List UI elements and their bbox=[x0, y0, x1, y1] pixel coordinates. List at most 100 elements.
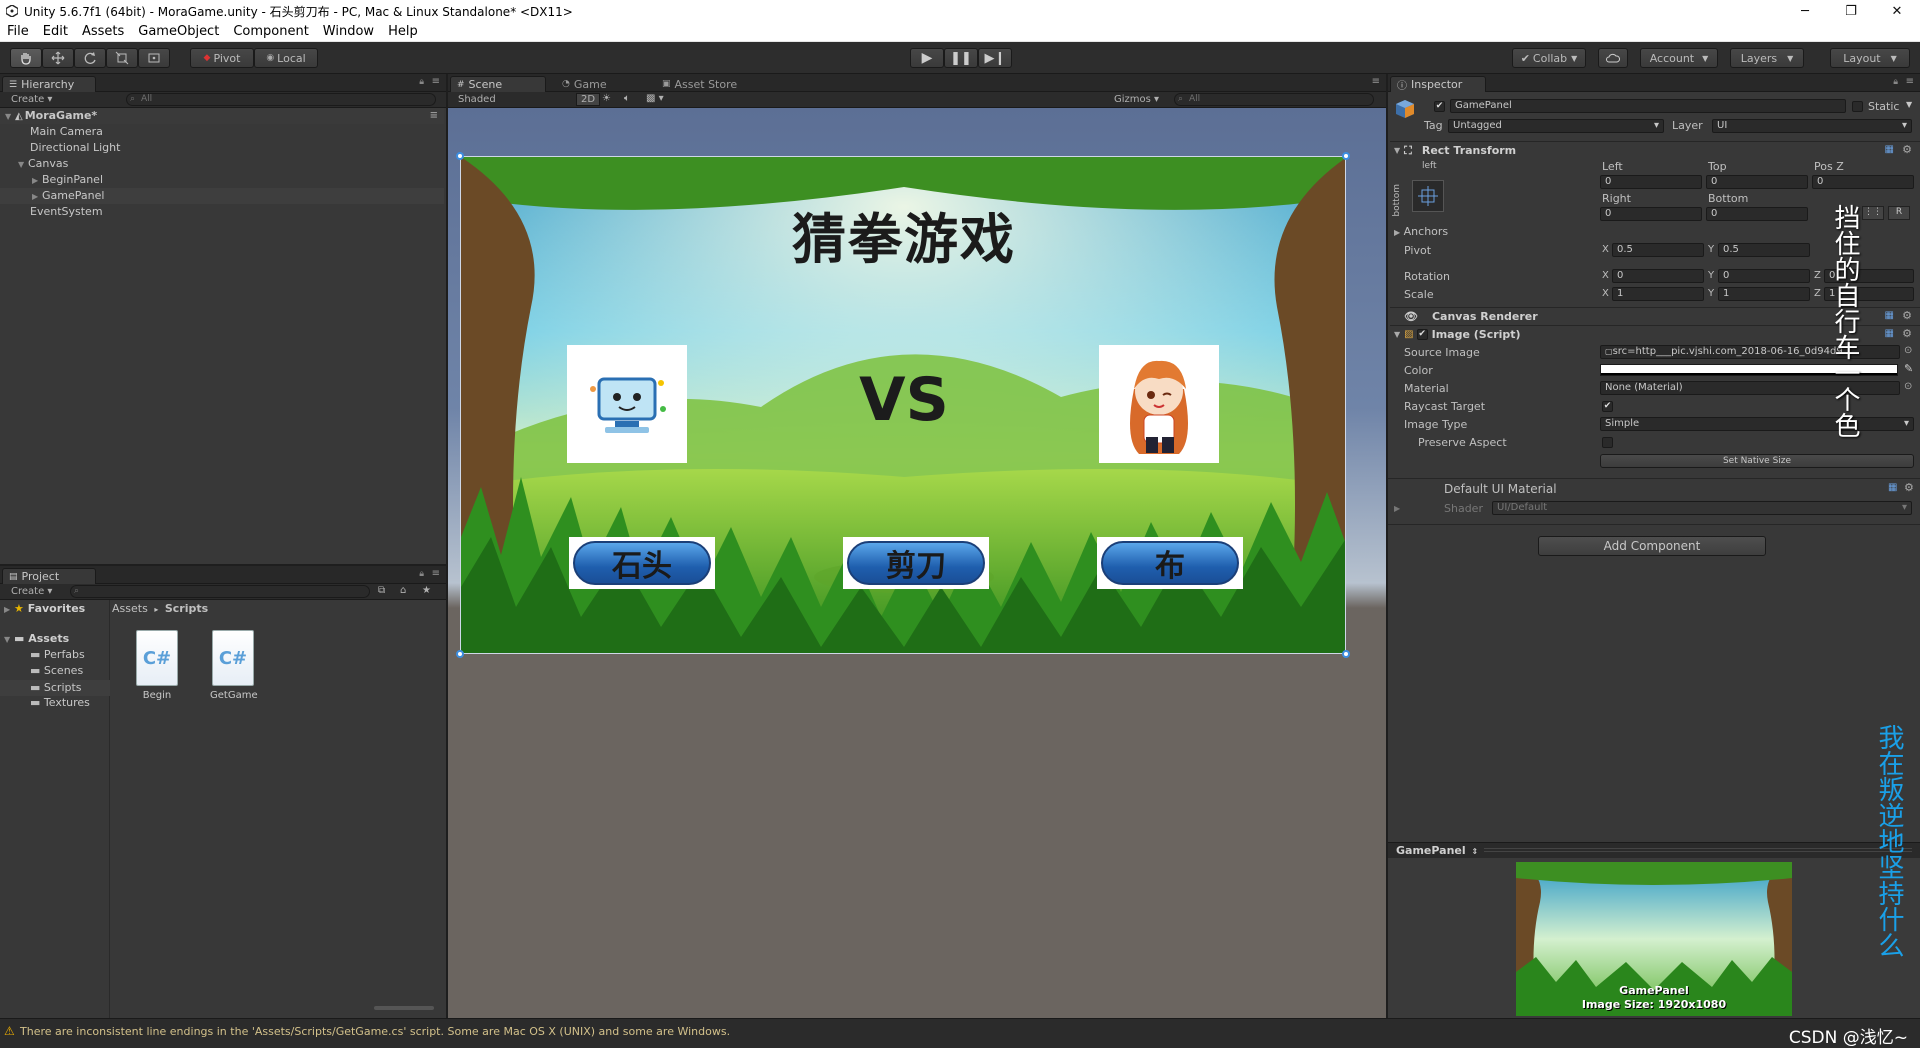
tab-hierarchy[interactable]: ☰ Hierarchy bbox=[2, 76, 96, 92]
folder-item-scripts[interactable]: ▬ Scripts bbox=[0, 680, 110, 696]
lock-icon[interactable]: 🔒︎ bbox=[419, 77, 424, 87]
pivot-x-field[interactable]: 0.5 bbox=[1612, 243, 1704, 257]
icon-size-slider[interactable] bbox=[374, 1006, 434, 1010]
filter-type-icon[interactable]: ⧉ bbox=[378, 585, 385, 596]
gear-icon[interactable]: ⚙ bbox=[1902, 327, 1912, 340]
paper-button[interactable]: 布 bbox=[1097, 537, 1243, 589]
preserve-aspect-checkbox[interactable] bbox=[1602, 437, 1613, 448]
menu-window[interactable]: Window bbox=[316, 24, 381, 39]
rotate-tool-button[interactable] bbox=[74, 48, 106, 68]
scene-root-row[interactable]: ▼ ◭ MoraGame* ≡ bbox=[0, 108, 444, 124]
play-button[interactable]: ▶ bbox=[910, 48, 944, 68]
panel-menu-icon[interactable]: ≡ bbox=[1372, 76, 1380, 87]
project-search-input[interactable]: ⌕ bbox=[70, 585, 370, 598]
tab-project[interactable]: ▤ Project bbox=[2, 568, 96, 584]
hierarchy-item-gamepanel[interactable]: ▶ GamePanel bbox=[0, 188, 444, 204]
collapse-triangle-icon[interactable]: ▼ bbox=[1394, 330, 1400, 339]
left-field[interactable]: 0 bbox=[1600, 175, 1702, 189]
tab-scene[interactable]: # Scene bbox=[450, 76, 546, 92]
chevron-down-icon[interactable]: ▼ bbox=[1906, 100, 1912, 109]
eyedropper-icon[interactable]: ✎ bbox=[1904, 362, 1913, 375]
preview-header[interactable]: GamePanel ⇕ bbox=[1388, 842, 1920, 858]
menu-help[interactable]: Help bbox=[381, 24, 425, 39]
menu-gameobject[interactable]: GameObject bbox=[131, 24, 226, 39]
scissors-button[interactable]: 剪刀 bbox=[843, 537, 989, 589]
rect-handle-top-right[interactable] bbox=[1342, 152, 1350, 160]
scene-search-input[interactable]: ⌕ All bbox=[1174, 93, 1374, 106]
static-checkbox[interactable] bbox=[1852, 101, 1863, 112]
bottom-field[interactable]: 0 bbox=[1706, 207, 1808, 221]
tag-icon[interactable]: ⌂ bbox=[400, 585, 406, 596]
menu-edit[interactable]: Edit bbox=[36, 24, 75, 39]
right-field[interactable]: 0 bbox=[1600, 207, 1702, 221]
help-book-icon[interactable]: ▦ bbox=[1885, 144, 1894, 155]
star-icon[interactable]: ★ bbox=[422, 585, 431, 596]
layer-dropdown[interactable]: UI ▾ bbox=[1712, 119, 1912, 133]
help-book-icon[interactable]: ▦ bbox=[1885, 310, 1894, 321]
menu-component[interactable]: Component bbox=[226, 24, 315, 39]
menu-file[interactable]: File bbox=[0, 24, 36, 39]
hierarchy-item-beginpanel[interactable]: ▶ BeginPanel bbox=[0, 172, 444, 188]
collapse-triangle-icon[interactable]: ▼ bbox=[1394, 146, 1400, 155]
hierarchy-create-button[interactable]: Create ▾ bbox=[11, 94, 52, 105]
blueprint-mode-button[interactable]: ⋮⋮ bbox=[1862, 206, 1884, 220]
panel-menu-icon[interactable]: ≡ bbox=[432, 76, 440, 87]
object-picker-icon[interactable]: ⊙ bbox=[1904, 345, 1912, 356]
set-native-size-button[interactable]: Set Native Size bbox=[1600, 454, 1914, 468]
hand-tool-button[interactable] bbox=[10, 48, 42, 68]
breadcrumb-leaf[interactable]: Scripts bbox=[165, 602, 208, 615]
rotation-x-field[interactable]: 0 bbox=[1612, 269, 1704, 283]
gear-icon[interactable]: ⚙ bbox=[1902, 143, 1912, 156]
tab-inspector[interactable]: ⓘ Inspector bbox=[1390, 76, 1486, 92]
collapse-triangle-icon[interactable]: ▶ bbox=[1394, 504, 1400, 513]
lock-icon[interactable]: 🔒︎ bbox=[1893, 77, 1898, 87]
menu-assets[interactable]: Assets bbox=[75, 24, 131, 39]
anchor-presets-button[interactable] bbox=[1412, 180, 1444, 212]
file-item-begin[interactable]: C# Begin bbox=[134, 630, 180, 710]
help-book-icon[interactable]: ▦ bbox=[1885, 328, 1894, 339]
posz-field[interactable]: 0 bbox=[1812, 175, 1914, 189]
hierarchy-item-directional-light[interactable]: Directional Light bbox=[0, 140, 444, 156]
object-picker-icon[interactable]: ⊙ bbox=[1904, 381, 1912, 392]
scale-y-field[interactable]: 1 bbox=[1718, 287, 1810, 301]
pause-button[interactable]: ❚❚ bbox=[944, 48, 978, 68]
2d-toggle[interactable]: 2D bbox=[576, 93, 601, 106]
panel-menu-icon[interactable]: ≡ bbox=[432, 568, 440, 579]
local-toggle[interactable]: ◉ Local bbox=[254, 48, 318, 68]
favorites-row[interactable]: ▶ ★ Favorites bbox=[4, 602, 85, 615]
expand-triangle-icon[interactable]: ▼ bbox=[18, 157, 28, 173]
rotation-y-field[interactable]: 0 bbox=[1718, 269, 1810, 283]
layers-dropdown[interactable]: Layers ▼ bbox=[1730, 48, 1804, 68]
help-book-icon[interactable]: ▦ bbox=[1888, 482, 1897, 493]
collapse-triangle-icon[interactable]: ▶ bbox=[32, 189, 42, 205]
account-dropdown[interactable]: Account ▼ bbox=[1640, 48, 1718, 68]
layout-dropdown[interactable]: Layout ▼ bbox=[1830, 48, 1910, 68]
gear-icon[interactable]: ⚙ bbox=[1904, 481, 1914, 494]
hierarchy-item-main-camera[interactable]: Main Camera bbox=[0, 124, 444, 140]
hierarchy-search-input[interactable]: ⌕ All bbox=[126, 93, 436, 106]
top-field[interactable]: 0 bbox=[1706, 175, 1808, 189]
tab-game[interactable]: ◔ Game bbox=[556, 76, 646, 92]
panel-menu-icon[interactable]: ≡ bbox=[1906, 76, 1914, 87]
assets-root-row[interactable]: ▼ ▬ Assets bbox=[4, 632, 69, 645]
rect-handle-bottom-left[interactable] bbox=[456, 650, 464, 658]
hierarchy-item-canvas[interactable]: ▼ Canvas bbox=[0, 156, 444, 172]
raw-edit-button[interactable]: R bbox=[1888, 206, 1910, 220]
image-enabled-checkbox[interactable]: ✔ bbox=[1416, 329, 1428, 340]
scene-effects-icon[interactable]: ▩ ▾ bbox=[646, 93, 664, 104]
maximize-button[interactable]: ❐ bbox=[1828, 0, 1874, 22]
collapse-triangle-icon[interactable]: ▶ bbox=[32, 173, 42, 189]
sun-lighting-icon[interactable]: ☀ bbox=[602, 93, 611, 104]
active-checkbox[interactable]: ✔ bbox=[1434, 101, 1445, 112]
scale-x-field[interactable]: 1 bbox=[1612, 287, 1704, 301]
rect-transform-header[interactable]: ▼ ⛶ Rect Transform ▦ ⚙ bbox=[1390, 141, 1920, 159]
close-button[interactable]: ✕ bbox=[1874, 0, 1920, 22]
step-button[interactable]: ▶❙ bbox=[978, 48, 1012, 68]
game-panel-canvas[interactable]: 猜拳游戏 VS 石头 剪刀 布 bbox=[460, 156, 1346, 654]
file-item-getgame[interactable]: C# GetGame bbox=[210, 630, 258, 710]
object-name-field[interactable]: GamePanel bbox=[1450, 99, 1846, 113]
pivot-y-field[interactable]: 0.5 bbox=[1718, 243, 1810, 257]
audio-speaker-icon[interactable]: 🔈︎ bbox=[624, 93, 630, 104]
pivot-toggle[interactable]: ◆ Pivot bbox=[190, 48, 254, 68]
image-type-dropdown[interactable]: Simple ▾ bbox=[1600, 417, 1914, 431]
